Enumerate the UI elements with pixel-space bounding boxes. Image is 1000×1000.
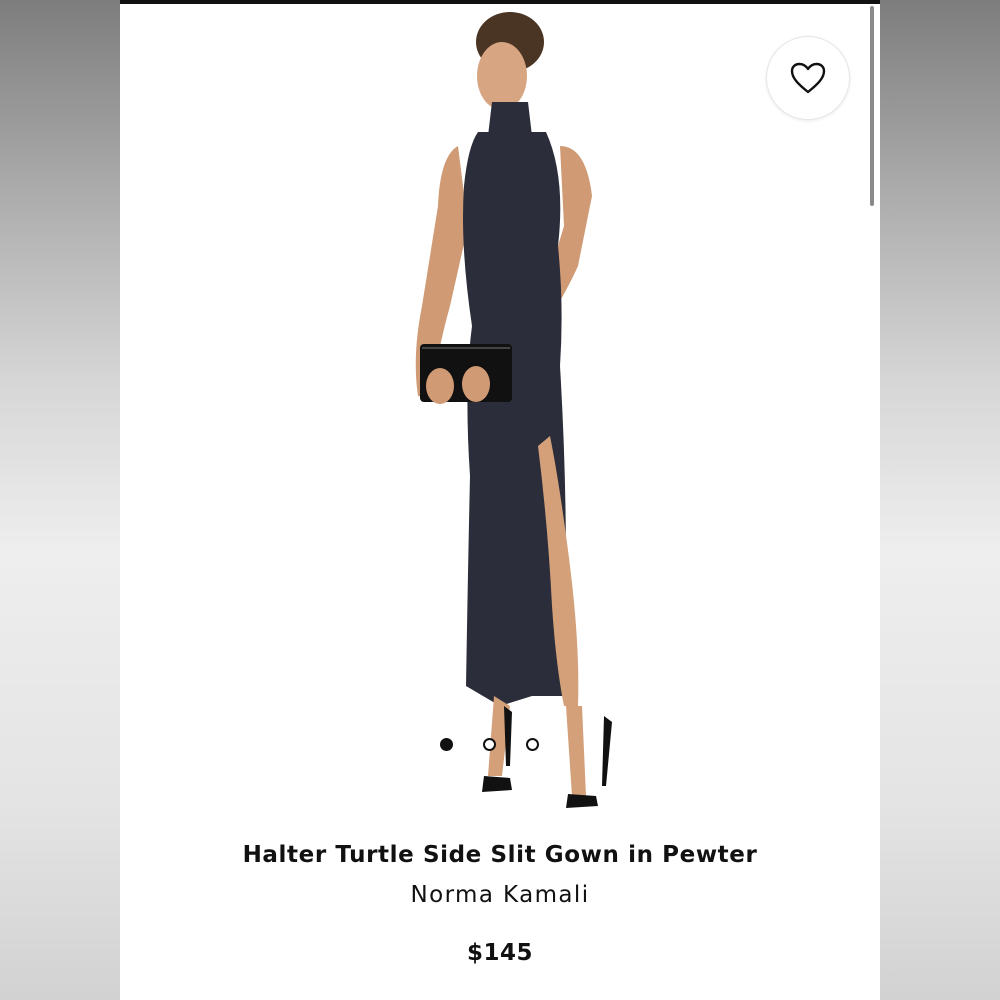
right-hand	[462, 366, 490, 402]
image-carousel-dots	[440, 735, 560, 753]
carousel-dot-1[interactable]	[440, 737, 453, 751]
top-edge-bar	[120, 0, 880, 4]
product-price: $145	[466, 940, 533, 966]
product-brand[interactable]: Norma Kamali	[120, 882, 880, 908]
left-shoe	[482, 776, 512, 792]
carousel-dot-2[interactable]	[483, 737, 496, 751]
heart-outline-icon	[790, 62, 826, 94]
left-hand	[426, 368, 454, 404]
left-blur-border	[0, 0, 120, 1000]
turtleneck	[488, 102, 532, 136]
photo-frame: Halter Turtle Side Slit Gown in Pewter N…	[0, 0, 1000, 1000]
scrollbar[interactable]	[870, 6, 874, 206]
favorite-button[interactable]	[766, 36, 850, 120]
right-heel	[602, 716, 612, 786]
face	[477, 42, 527, 110]
right-shoe	[566, 794, 598, 808]
right-lower-leg	[566, 706, 586, 796]
product-image[interactable]	[360, 6, 660, 826]
carousel-dot-3[interactable]	[526, 737, 539, 751]
product-screen: Halter Turtle Side Slit Gown in Pewter N…	[120, 0, 880, 1000]
product-title: Halter Turtle Side Slit Gown in Pewter	[242, 842, 758, 868]
right-blur-border	[880, 0, 1000, 1000]
